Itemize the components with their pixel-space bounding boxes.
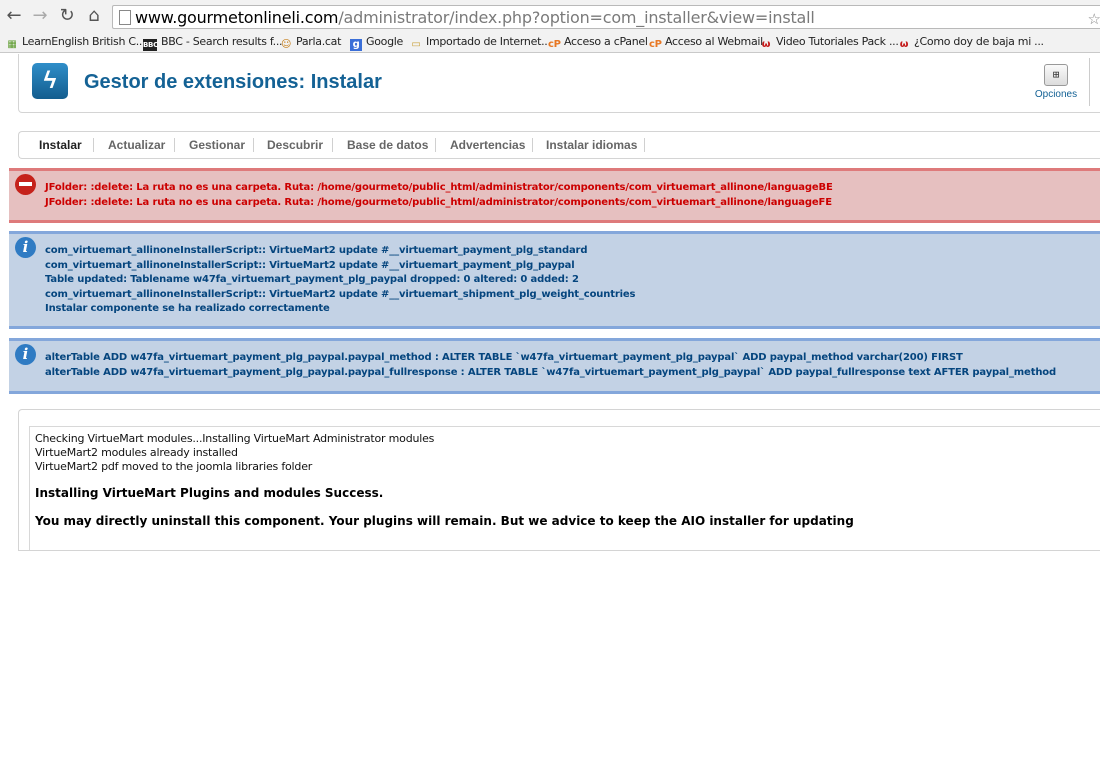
output-line: Checking VirtueMart modules...Installing… [35,432,435,445]
installer-tabs: Instalar Actualizar Gestionar Descubrir … [18,131,1100,159]
w-icon: ω [899,39,909,50]
tab-descubrir[interactable]: Descubrir [267,138,323,152]
cpanel-icon: cP [649,39,662,50]
toolbar-divider [1089,58,1090,106]
info-message: i alterTable ADD w47fa_virtuemart_paymen… [9,338,1100,394]
tab-instalar-idiomas[interactable]: Instalar idiomas [546,138,637,152]
info-icon: i [15,237,36,258]
error-line: JFolder: :delete: La ruta no es una carp… [45,196,832,208]
w-icon: ω [761,39,771,50]
error-lines: JFolder: :delete: La ruta no es una carp… [45,181,833,210]
info-line: alterTable ADD w47fa_virtuemart_payment_… [45,352,963,363]
bookmark-label: Parla.cat [296,35,342,48]
tab-actualizar[interactable]: Actualizar [108,138,165,152]
parla-icon: ☺ [280,39,292,50]
success-message: Installing VirtueMart Plugins and module… [35,486,384,500]
options-button[interactable]: ⊞ Opciones [1032,64,1080,104]
url-path: /administrator/index.php?option=com_inst… [338,8,815,27]
info-message: i com_virtuemart_allinoneInstallerScript… [9,231,1100,329]
info-line: com_virtuemart_allinoneInstallerScript::… [45,259,575,271]
bookmark-label: BBC - Search results f... [161,35,283,48]
error-icon [15,174,36,195]
bbc-icon: BBC [143,39,158,51]
info-icon: i [15,344,36,365]
forward-arrow-icon[interactable]: → [30,6,50,26]
info-line: com_virtuemart_allinoneInstallerScript::… [45,288,636,300]
bookmark-google[interactable]: g Google [350,34,403,51]
output-line: VirtueMart2 modules already installed [35,446,238,459]
tab-divider [93,138,94,152]
bookmark-label: ¿Como doy de baja mi ... [914,35,1044,48]
page-title: Gestor de extensiones: Instalar [84,71,382,93]
options-icon: ⊞ [1044,64,1068,86]
bookmark-bbc[interactable]: BBC BBC - Search results f... [143,34,283,51]
tab-divider [435,138,436,152]
bookmark-label: Acceso a cPanel [564,35,648,48]
grid-icon: ▦ [7,39,17,50]
info-line: Table updated: Tablename w47fa_virtuemar… [45,274,579,285]
tab-gestionar[interactable]: Gestionar [189,138,245,152]
page-icon [119,10,131,25]
url-text: www.gourmetonlineli.com/administrator/in… [135,8,815,27]
install-output-panel: Checking VirtueMart modules...Installing… [18,409,1100,551]
cpanel-icon: cP [548,39,561,50]
info-lines: com_virtuemart_allinoneInstallerScript::… [45,244,636,317]
bookmark-importado[interactable]: ▭ Importado de Internet... [410,34,551,50]
bookmark-label: Importado de Internet... [426,35,551,48]
install-lightning-icon: ϟ [32,63,68,99]
error-line: JFolder: :delete: La ruta no es una carp… [45,182,833,193]
install-output: Checking VirtueMart modules...Installing… [29,426,1100,550]
bookmark-cpanel[interactable]: cP Acceso a cPanel [548,34,648,50]
page-header: ϟ Gestor de extensiones: Instalar ⊞ Opci… [18,54,1100,113]
bookmark-comodoy[interactable]: ω ¿Como doy de baja mi ... [898,34,1044,50]
info-line: Instalar componente se ha realizado corr… [45,303,330,314]
browser-toolbar: ← → ↻ ⌂ www.gourmetonlineli.com/administ… [0,0,1100,32]
info-lines: alterTable ADD w47fa_virtuemart_payment_… [45,351,1056,380]
address-bar[interactable]: www.gourmetonlineli.com/administrator/in… [112,5,1100,29]
tab-base-de-datos[interactable]: Base de datos [347,138,428,152]
bookmark-label: LearnEnglish British C... [22,35,146,48]
bookmarks-bar: ▦ LearnEnglish British C... BBC BBC - Sear… [0,32,1100,53]
output-line: VirtueMart2 pdf moved to the joomla libr… [35,460,313,473]
info-line: alterTable ADD w47fa_virtuemart_payment_… [45,366,1057,378]
url-host: www.gourmetonlineli.com [135,8,339,27]
tab-instalar[interactable]: Instalar [39,138,82,152]
error-message: JFolder: :delete: La ruta no es una carp… [9,168,1100,223]
bookmark-webmail[interactable]: cP Acceso al Webmail [649,34,763,50]
tab-divider [332,138,333,152]
bookmark-star-icon[interactable]: ☆ [1088,10,1100,28]
options-label: Opciones [1034,89,1078,100]
reload-icon[interactable]: ↻ [57,6,77,26]
advice-message: You may directly uninstall this componen… [35,514,854,528]
back-arrow-icon[interactable]: ← [4,6,24,26]
tab-advertencias[interactable]: Advertencias [450,138,525,152]
bookmark-videotutoriales[interactable]: ω Video Tutoriales Pack ... [760,34,899,50]
bookmark-learnenglish[interactable]: ▦ LearnEnglish British C... [6,34,145,50]
info-line: com_virtuemart_allinoneInstallerScript::… [45,245,588,256]
tab-divider [644,138,645,152]
folder-icon: ▭ [411,39,421,50]
bookmark-parla[interactable]: ☺ Parla.cat [280,34,341,50]
tab-divider [174,138,175,152]
bookmark-label: Video Tutoriales Pack ... [776,35,899,48]
google-icon: g [350,39,362,51]
tab-divider [253,138,254,152]
tab-divider [532,138,533,152]
home-icon[interactable]: ⌂ [84,6,104,26]
bookmark-label: Google [366,35,403,48]
bookmark-label: Acceso al Webmail [665,35,763,48]
